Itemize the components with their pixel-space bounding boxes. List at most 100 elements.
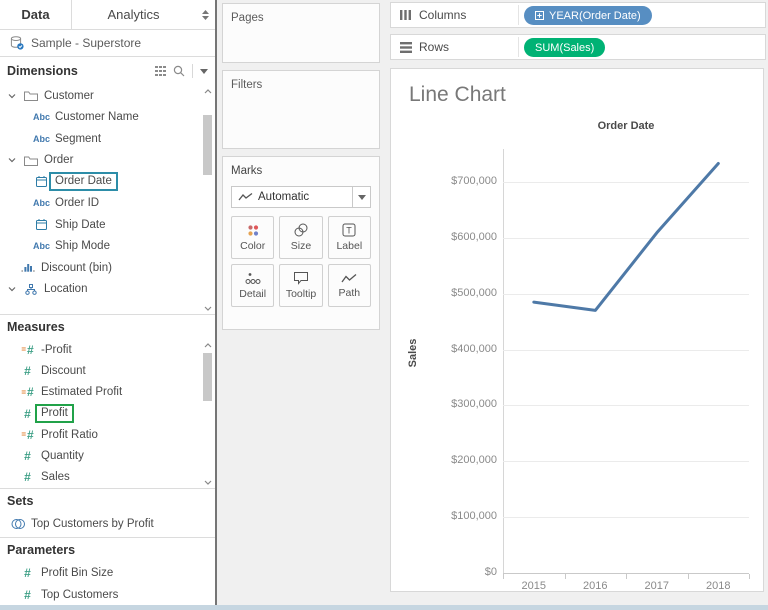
field-segment[interactable]: Abc Segment — [0, 128, 215, 150]
shelf-cards-column: Pages Filters Marks Automatic Color Size… — [217, 0, 388, 610]
field-location[interactable]: Location — [0, 279, 215, 301]
chevron-down-icon[interactable] — [8, 286, 17, 292]
set-label: Top Customers by Profit — [31, 518, 154, 530]
folder-icon — [23, 90, 38, 101]
scrollbar-thumb[interactable] — [203, 353, 212, 401]
field-customer-name[interactable]: Abc Customer Name — [0, 107, 215, 129]
field-label: Ship Date — [55, 219, 106, 231]
set-top-customers-by-profit[interactable]: Top Customers by Profit — [0, 513, 215, 535]
pane-divider[interactable] — [215, 0, 217, 610]
marks-size-button[interactable]: Size — [279, 216, 322, 259]
calendar-icon — [34, 176, 49, 187]
marks-path-button[interactable]: Path — [328, 264, 371, 307]
chevron-down-icon[interactable] — [8, 157, 17, 163]
tab-analytics[interactable]: Analytics — [72, 0, 195, 29]
button-label: Path — [339, 287, 361, 299]
sales-line — [534, 164, 719, 311]
pages-shelf[interactable]: Pages — [222, 3, 380, 63]
scrollbar-track[interactable] — [203, 97, 212, 302]
columns-label: Columns — [419, 8, 466, 22]
search-icon[interactable] — [173, 65, 185, 77]
tooltip-icon — [293, 271, 309, 285]
marks-card: Marks Automatic Color Size T Label Detai… — [222, 156, 380, 330]
pane-collapse-icon[interactable] — [195, 0, 215, 29]
rows-shelf[interactable]: Rows SUM(Sales) — [390, 34, 766, 60]
expand-plus-icon[interactable] — [535, 11, 544, 20]
dimensions-scrollbar[interactable] — [201, 85, 214, 314]
field-order-date[interactable]: Order Date — [0, 171, 215, 193]
chevron-down-icon[interactable] — [8, 93, 17, 99]
scroll-down-icon[interactable] — [201, 302, 214, 314]
field-sales[interactable]: # Sales — [0, 467, 215, 488]
dimensions-header: Dimensions — [0, 57, 215, 85]
button-label: Label — [336, 240, 362, 252]
calculated-measure-icon: =# — [20, 428, 35, 442]
button-label: Detail — [239, 288, 266, 300]
dimensions-title: Dimensions — [7, 64, 78, 78]
field-order-id[interactable]: Abc Order ID — [0, 193, 215, 215]
field-label: Customer Name — [55, 111, 139, 123]
marks-label: Marks — [231, 165, 262, 177]
field-quantity[interactable]: # Quantity — [0, 445, 215, 466]
pane-tabbar: Data Analytics — [0, 0, 215, 30]
field-profit-ratio[interactable]: =# Profit Ratio — [0, 424, 215, 445]
parameters-list: # Profit Bin Size # Top Customers — [0, 562, 215, 606]
tab-data-label: Data — [21, 7, 49, 22]
worksheet-view: Line Chart Order Date Sales $0$100,000$2… — [390, 68, 764, 592]
field-estimated-profit[interactable]: =# Estimated Profit — [0, 382, 215, 403]
filters-shelf[interactable]: Filters — [222, 70, 380, 149]
parameter-icon: # — [20, 588, 35, 602]
datasource-name: Sample - Superstore — [31, 36, 141, 50]
field-ship-date[interactable]: Ship Date — [0, 214, 215, 236]
columns-icon — [400, 9, 412, 21]
worksheet-area: Columns YEAR(Order Date) Rows SUM(Sales)… — [388, 0, 768, 610]
field-label: Location — [44, 283, 87, 295]
mark-type-dropdown[interactable]: Automatic — [231, 186, 371, 208]
scroll-down-icon[interactable] — [201, 476, 214, 488]
sets-list: Top Customers by Profit — [0, 513, 215, 537]
measure-icon: # — [20, 364, 35, 378]
marks-detail-button[interactable]: Detail — [231, 264, 274, 307]
parameter-top-customers[interactable]: # Top Customers — [0, 584, 215, 606]
field-discount[interactable]: # Discount — [0, 360, 215, 381]
calculated-measure-icon: =# — [20, 385, 35, 399]
measure-icon: # — [20, 449, 35, 463]
abc-icon: Abc — [34, 134, 49, 144]
pill-label: SUM(Sales) — [535, 42, 594, 54]
sets-title: Sets — [7, 494, 33, 508]
measures-scrollbar[interactable] — [201, 339, 214, 488]
size-icon — [293, 223, 309, 237]
marks-label-button[interactable]: T Label — [328, 216, 371, 259]
pane-menu-caret-icon[interactable] — [200, 69, 208, 74]
mark-type-value: Automatic — [258, 191, 309, 203]
scroll-up-icon[interactable] — [201, 339, 214, 351]
binned-field-icon — [20, 262, 35, 273]
field-ship-mode[interactable]: Abc Ship Mode — [0, 236, 215, 258]
field-neg-profit[interactable]: =# -Profit — [0, 339, 215, 360]
field-label-highlighted: Order Date — [49, 172, 118, 191]
abc-icon: Abc — [34, 198, 49, 208]
columns-pill-year-order-date[interactable]: YEAR(Order Date) — [524, 6, 652, 25]
marks-color-button[interactable]: Color — [231, 216, 274, 259]
button-label: Tooltip — [286, 288, 316, 300]
field-order[interactable]: Order — [0, 150, 215, 172]
field-label: Quantity — [41, 450, 84, 462]
field-profit[interactable]: # Profit — [0, 403, 215, 424]
dropdown-caret-icon[interactable] — [352, 187, 370, 207]
parameters-header: Parameters — [0, 537, 215, 562]
scrollbar-track[interactable] — [203, 351, 212, 476]
columns-shelf[interactable]: Columns YEAR(Order Date) — [390, 2, 766, 28]
field-discount-bin[interactable]: Discount (bin) — [0, 257, 215, 279]
datasource-item[interactable]: Sample - Superstore — [0, 30, 215, 57]
scroll-up-icon[interactable] — [201, 85, 214, 97]
scrollbar-thumb[interactable] — [203, 115, 212, 175]
rows-pill-sum-sales[interactable]: SUM(Sales) — [524, 38, 605, 57]
sets-header: Sets — [0, 488, 215, 513]
view-grid-icon[interactable] — [155, 66, 166, 76]
field-customer[interactable]: Customer — [0, 85, 215, 107]
folder-icon — [23, 155, 38, 166]
marks-tooltip-button[interactable]: Tooltip — [279, 264, 322, 307]
field-label-highlighted: Profit — [35, 404, 74, 423]
tab-data[interactable]: Data — [0, 0, 72, 29]
parameter-profit-bin-size[interactable]: # Profit Bin Size — [0, 562, 215, 584]
